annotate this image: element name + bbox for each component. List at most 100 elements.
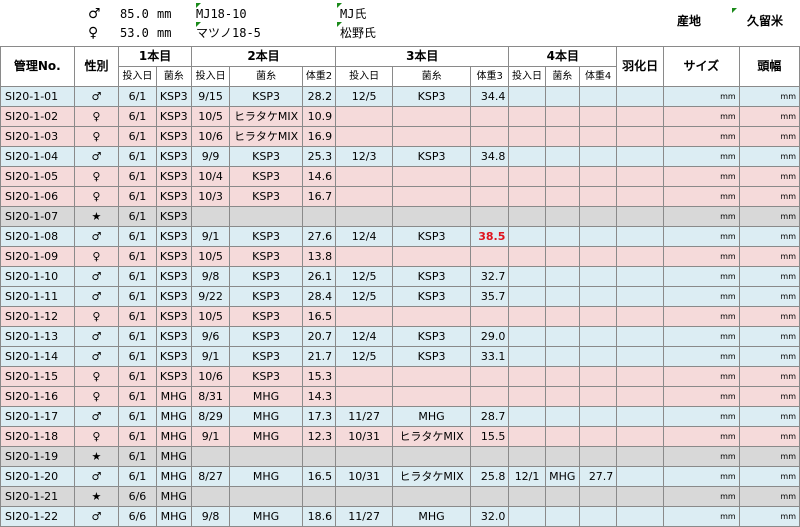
cell-sex: ♂ — [73, 146, 120, 167]
subheader-substrate: 菌糸 — [155, 66, 192, 87]
table-row: SI20-1-08 ♂ 6/1 KSP3 9/1 KSP3 27.6 12/4 KSP3 38.5… — [0, 226, 800, 247]
cell-substrate: KSP3 — [229, 146, 303, 167]
cell-head-width: mm — [738, 126, 800, 147]
cell-size: mm — [663, 166, 740, 187]
cell-weight — [301, 206, 337, 227]
col-header-size: サイズ — [663, 46, 740, 87]
cell-sex: ♂ — [73, 406, 120, 427]
cell-input-date — [508, 406, 546, 427]
cell-head-width: mm — [738, 206, 800, 227]
col-header-bottle4: 4本目 — [508, 46, 618, 67]
cell-weight — [578, 406, 618, 427]
cell-input-date: 12/4 — [335, 226, 394, 247]
table-row: SI20-1-19 ★ 6/1 MHG mm mm — [0, 446, 800, 467]
female-size: 53.0 — [120, 26, 149, 40]
larva-record-table: 管理No. 性別 1本目 2本目 3本目 4本目 羽化日 サイズ 頭幅 投入日 … — [0, 46, 800, 527]
cell-substrate: MHG — [155, 426, 192, 447]
table-row: SI20-1-04 ♂ 6/1 KSP3 9/9 KSP3 25.3 12/3 KSP3 34.8… — [0, 146, 800, 167]
cell-input-date — [508, 226, 546, 247]
col-header-eclosion: 羽化日 — [616, 46, 664, 87]
cell-input-date: 6/1 — [118, 446, 157, 467]
table-row: SI20-1-18 ♀ 6/1 MHG 9/1 MHG 12.3 10/31 ヒラタケMIX 15… — [0, 426, 800, 447]
subheader-input-date: 投入日 — [118, 66, 157, 87]
cell-weight: 28.2 — [301, 86, 337, 107]
cell-input-date — [508, 346, 546, 367]
cell-substrate: KSP3 — [392, 226, 471, 247]
subheader-input-date: 投入日 — [508, 66, 546, 87]
cell-eclosion — [616, 86, 664, 107]
cell-input-date: 6/1 — [118, 126, 157, 147]
cell-eclosion — [616, 486, 664, 507]
cell-substrate: KSP3 — [229, 346, 303, 367]
subheader-weight: 体重2 — [301, 66, 337, 87]
cell-weight: 17.3 — [301, 406, 337, 427]
table-body: SI20-1-01 ♂ 6/1 KSP3 9/15 KSP3 28.2 12/5 KSP3 34.… — [0, 86, 800, 527]
cell-substrate: KSP3 — [155, 306, 192, 327]
cell-weight: 25.3 — [301, 146, 337, 167]
cell-input-date: 12/5 — [335, 86, 394, 107]
cell-head-width: mm — [738, 86, 800, 107]
cell-head-width: mm — [738, 506, 800, 527]
cell-head-width: mm — [738, 446, 800, 467]
cell-size: mm — [663, 366, 740, 387]
cell-id: SI20-1-12 — [0, 306, 75, 327]
cell-id: SI20-1-07 — [0, 206, 75, 227]
male-size: 85.0 — [120, 7, 149, 21]
cell-eclosion — [616, 326, 664, 347]
cell-weight: 33.1 — [469, 346, 510, 367]
cell-sex: ♀ — [73, 386, 120, 407]
cell-input-date: 9/8 — [190, 266, 231, 287]
cell-input-date — [508, 146, 546, 167]
cell-weight: 38.5 — [469, 226, 510, 247]
cell-weight: 14.3 — [301, 386, 337, 407]
cell-input-date: 6/1 — [118, 406, 157, 427]
cell-substrate: KSP3 — [155, 166, 192, 187]
cell-input-date: 10/5 — [190, 306, 231, 327]
cell-substrate: ヒラタケMIX — [229, 106, 303, 127]
cell-weight: 32.7 — [469, 266, 510, 287]
table-row: SI20-1-05 ♀ 6/1 KSP3 10/4 KSP3 14.6 mm mm — [0, 166, 800, 187]
cell-weight — [578, 146, 618, 167]
cell-weight — [469, 246, 510, 267]
cell-substrate: MHG — [544, 466, 580, 487]
cell-substrate — [229, 446, 303, 467]
cell-id: SI20-1-02 — [0, 106, 75, 127]
cell-weight: 34.8 — [469, 146, 510, 167]
cell-substrate: KSP3 — [229, 366, 303, 387]
cell-substrate — [392, 186, 471, 207]
table-row: SI20-1-02 ♀ 6/1 KSP3 10/5 ヒラタケMIX 10.9 mm mm — [0, 106, 800, 127]
cell-sex: ♀ — [73, 426, 120, 447]
cell-substrate: KSP3 — [155, 206, 192, 227]
cell-head-width: mm — [738, 226, 800, 247]
cell-eclosion — [616, 226, 664, 247]
cell-substrate — [544, 146, 580, 167]
cell-head-width: mm — [738, 346, 800, 367]
cell-input-date: 6/1 — [118, 186, 157, 207]
cell-input-date: 10/3 — [190, 186, 231, 207]
cell-input-date: 12/1 — [508, 466, 546, 487]
table-row: SI20-1-20 ♂ 6/1 MHG 8/27 MHG 16.5 10/31 ヒラタケMIX 2… — [0, 466, 800, 487]
cell-head-width: mm — [738, 266, 800, 287]
cell-sex: ♀ — [73, 166, 120, 187]
table-row: SI20-1-14 ♂ 6/1 KSP3 9/1 KSP3 21.7 12/5 KSP3 33.1… — [0, 346, 800, 367]
cell-weight: 16.5 — [301, 306, 337, 327]
cell-input-date — [508, 266, 546, 287]
cell-head-width: mm — [738, 386, 800, 407]
cell-id: SI20-1-13 — [0, 326, 75, 347]
cell-input-date: 9/1 — [190, 346, 231, 367]
cell-input-date — [335, 206, 394, 227]
col-header-id: 管理No. — [0, 46, 75, 87]
table-row: SI20-1-07 ★ 6/1 KSP3 mm mm — [0, 206, 800, 227]
cell-input-date — [508, 446, 546, 467]
female-size-unit: mm — [157, 26, 172, 40]
cell-substrate: KSP3 — [229, 306, 303, 327]
cell-substrate: KSP3 — [155, 286, 192, 307]
cell-sex: ♂ — [73, 346, 120, 367]
cell-size: mm — [663, 266, 740, 287]
cell-input-date — [508, 506, 546, 527]
cell-size: mm — [663, 286, 740, 307]
cell-input-date — [508, 286, 546, 307]
cell-substrate: KSP3 — [155, 186, 192, 207]
cell-head-width: mm — [738, 486, 800, 507]
origin-value: 久留米 — [747, 14, 784, 28]
